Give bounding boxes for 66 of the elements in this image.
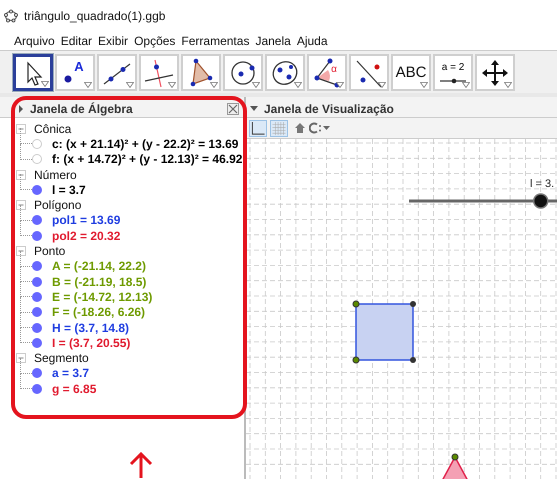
category-label[interactable]: Segmento [34, 351, 89, 366]
dropdown-triangle-icon[interactable] [336, 82, 344, 88]
object-label[interactable]: pol1 = 13.69 [52, 213, 120, 228]
arrow-icon [129, 451, 153, 479]
slider-track[interactable] [409, 193, 557, 209]
axes-toggle[interactable] [249, 120, 267, 136]
point-icon [64, 75, 72, 84]
object-label[interactable]: a = 3.7 [52, 366, 90, 380]
object-label[interactable]: l = 3.7 [52, 182, 86, 197]
visibility-toggle[interactable] [32, 184, 42, 195]
triangle-polygon[interactable] [440, 454, 470, 479]
category-label[interactable]: Ponto [34, 244, 66, 258]
grid-toggle[interactable] [270, 120, 288, 136]
collapse-icon[interactable] [18, 104, 24, 112]
collapse-toggle-icon[interactable] [16, 200, 26, 210]
perpendicular-lines-icon [143, 57, 175, 90]
tool-button[interactable]: ABC [391, 54, 431, 92]
visibility-toggle[interactable] [32, 154, 42, 164]
home-icon[interactable] [294, 122, 306, 134]
tool-button[interactable]: A [55, 54, 95, 92]
visibility-toggle[interactable] [32, 338, 42, 348]
slider-label: l = 3. [530, 178, 554, 190]
tool-button[interactable] [13, 54, 53, 92]
visibility-toggle[interactable] [32, 276, 42, 287]
menu-item[interactable]: Ferramentas [181, 34, 250, 48]
menu-item[interactable]: Opções [134, 34, 176, 48]
category-label[interactable]: Número [34, 168, 77, 182]
object-label[interactable]: f: (x + 14.72)² + (y - 12.13)² = 46.92 [52, 152, 242, 166]
visibility-toggle[interactable] [32, 368, 42, 378]
app-icon [4, 8, 18, 23]
menu-item[interactable]: Ajuda [296, 34, 328, 48]
collapse-icon[interactable] [250, 106, 258, 112]
menu-item[interactable]: Exibir [98, 34, 128, 48]
tool-button[interactable]: a = 2 [433, 54, 473, 92]
menu-item[interactable]: Janela [255, 34, 291, 48]
object-label[interactable]: g = 6.85 [52, 382, 96, 396]
visibility-toggle[interactable] [32, 307, 42, 318]
visibility-toggle[interactable] [32, 384, 42, 394]
object-label[interactable]: H = (3.7, 14.8) [52, 320, 130, 334]
collapse-toggle-icon[interactable] [16, 246, 26, 256]
style-dropdown-icon[interactable] [309, 122, 331, 134]
visibility-toggle[interactable] [32, 215, 42, 226]
collapse-toggle-icon[interactable] [16, 353, 26, 364]
square-polygon[interactable] [352, 300, 416, 364]
collapse-toggle-icon[interactable] [16, 124, 26, 134]
collapse-toggle-icon[interactable] [16, 170, 26, 180]
panel-title: Janela de Visualização [264, 102, 395, 116]
visibility-toggle[interactable] [32, 138, 42, 149]
close-icon[interactable] [227, 102, 239, 114]
dropdown-triangle-icon[interactable] [378, 82, 386, 88]
window-title: triângulo_quadrado(1).ggb [24, 8, 166, 23]
visibility-toggle[interactable] [32, 230, 42, 241]
object-label[interactable]: I = (3.7, 20.55) [52, 336, 130, 350]
object-label[interactable]: c: (x + 21.14)² + (y - 22.2)² = 13.69 [52, 136, 238, 151]
category-label[interactable]: Polígono [34, 198, 82, 212]
visibility-toggle[interactable] [32, 322, 42, 332]
category-label[interactable]: Cônica [34, 122, 72, 136]
visibility-toggle[interactable] [32, 261, 42, 272]
menu-item[interactable]: Editar [60, 34, 92, 48]
slider-icon [439, 78, 467, 84]
visibility-toggle[interactable] [32, 292, 42, 302]
slider-thumb[interactable] [532, 193, 548, 209]
panel-title: Janela de Álgebra [30, 102, 134, 116]
menu-item[interactable]: Arquivo [14, 34, 55, 48]
object-label[interactable]: pol2 = 20.32 [52, 228, 120, 243]
tool-button[interactable]: α [307, 54, 347, 92]
